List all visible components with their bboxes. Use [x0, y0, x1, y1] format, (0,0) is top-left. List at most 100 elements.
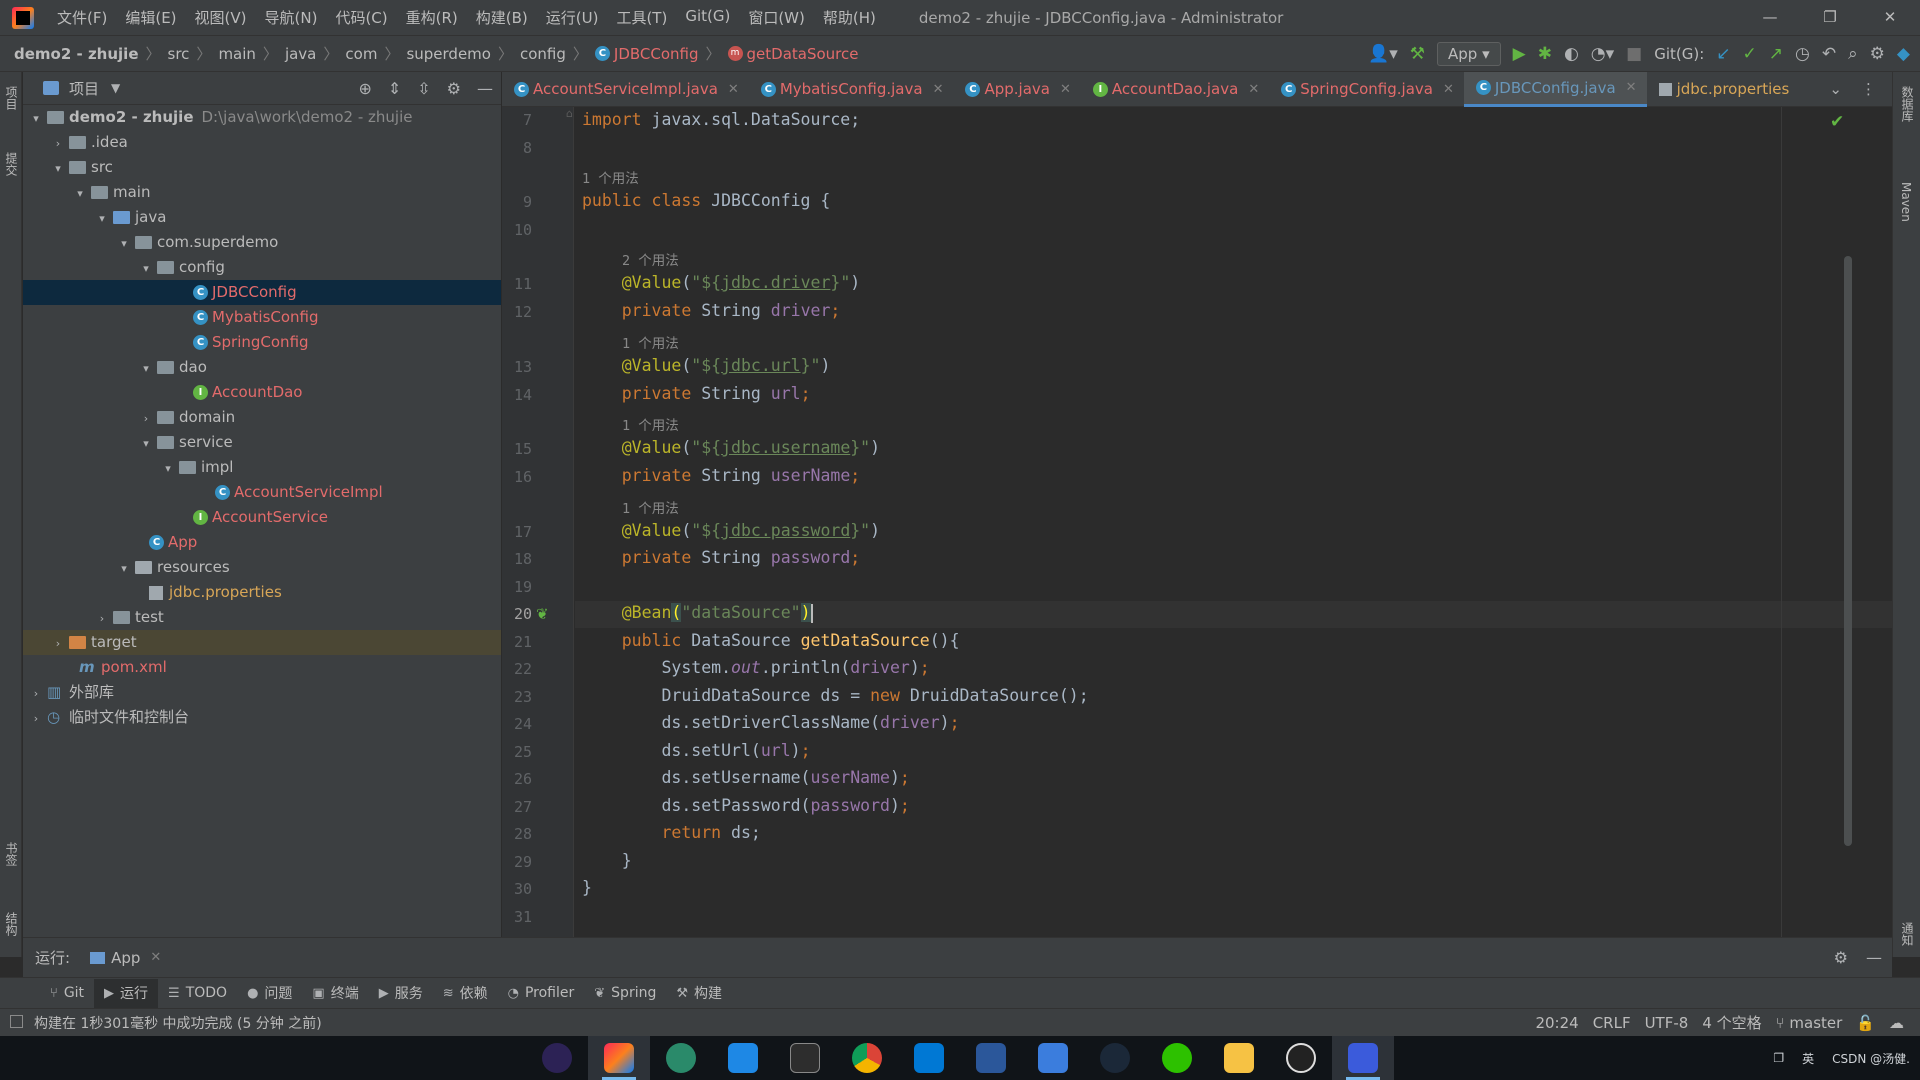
- editor-scrollbar[interactable]: [1844, 256, 1852, 846]
- tree-item-app[interactable]: C App: [23, 530, 501, 555]
- tree-item-springconfig[interactable]: C SpringConfig: [23, 330, 501, 355]
- tree-item-test[interactable]: › test: [23, 605, 501, 630]
- rollback-icon[interactable]: ↶: [1822, 44, 1836, 64]
- usage-hint[interactable]: 1 个用法: [622, 414, 679, 434]
- no-problems-check-icon[interactable]: ✔: [1830, 112, 1844, 132]
- menu-view[interactable]: 视图(V): [186, 7, 256, 28]
- taskbar-edge[interactable]: [650, 1036, 712, 1080]
- tree-item-accountserviceimpl[interactable]: C AccountServiceImpl: [23, 480, 501, 505]
- menu-run[interactable]: 运行(U): [537, 7, 608, 28]
- notifications-tool-tab[interactable]: 通知: [1899, 922, 1916, 946]
- fold-marker-icon[interactable]: ⌂: [566, 107, 573, 120]
- run-config-select[interactable]: App ▾: [1437, 41, 1501, 66]
- tree-item-scratches[interactable]: › ◷ 临时文件和控制台: [23, 705, 501, 730]
- taskbar-explorer[interactable]: [1208, 1036, 1270, 1080]
- bookmarks-tool-tab[interactable]: 书签: [3, 842, 20, 866]
- tool-tab-dependencies[interactable]: ≋ 依赖: [433, 979, 498, 1008]
- stop-icon[interactable]: ■: [1626, 44, 1642, 64]
- taskbar-word[interactable]: [960, 1036, 1022, 1080]
- caret-position[interactable]: 20:24: [1535, 1014, 1578, 1032]
- tool-tab-todo[interactable]: ☰ TODO: [158, 979, 237, 1008]
- close-icon[interactable]: ✕: [1443, 82, 1454, 97]
- coverage-icon[interactable]: ◐: [1564, 44, 1579, 64]
- menu-edit[interactable]: 编辑(E): [116, 7, 185, 28]
- tree-item-java[interactable]: ▾ java: [23, 205, 501, 230]
- crumb-project[interactable]: demo2 - zhujie: [14, 45, 139, 63]
- crumb-java[interactable]: java: [285, 45, 316, 63]
- tab-jdbc-properties[interactable]: jdbc.properties: [1647, 72, 1800, 107]
- tree-item-src[interactable]: ▾ src: [23, 155, 501, 180]
- ime-icon[interactable]: 英: [1802, 1050, 1814, 1067]
- restore-button[interactable]: ❐: [1800, 0, 1860, 35]
- menu-build[interactable]: 构建(B): [467, 7, 537, 28]
- tool-tab-build[interactable]: ⚒ 构建: [666, 979, 732, 1008]
- tool-tab-services[interactable]: ▶ 服务: [369, 979, 433, 1008]
- tree-item-main[interactable]: ▾ main: [23, 180, 501, 205]
- menu-git[interactable]: Git(G): [676, 7, 739, 28]
- taskbar-todo[interactable]: [1022, 1036, 1084, 1080]
- git-commit-icon[interactable]: ✓: [1743, 44, 1757, 64]
- tool-tab-spring[interactable]: ❦ Spring: [584, 979, 666, 1008]
- run-icon[interactable]: ▶: [1513, 44, 1526, 64]
- settings-gear-icon[interactable]: ⚙: [1870, 44, 1885, 64]
- close-icon[interactable]: ✕: [728, 82, 739, 97]
- tree-item-dao[interactable]: ▾ dao: [23, 355, 501, 380]
- minimize-panel-icon[interactable]: —: [1866, 948, 1882, 967]
- tool-tab-profiler[interactable]: ◔ Profiler: [498, 979, 585, 1008]
- commit-tool-tab[interactable]: 提交: [3, 152, 20, 176]
- tab-accountserviceimpl[interactable]: C AccountServiceImpl.java ✕: [502, 72, 749, 107]
- crumb-main[interactable]: main: [218, 45, 255, 63]
- menu-tools[interactable]: 工具(T): [607, 7, 676, 28]
- tree-item-project-root[interactable]: ▾ demo2 - zhujie D:\java\work\demo2 - zhuj…: [23, 105, 501, 130]
- menu-code[interactable]: 代码(C): [326, 7, 396, 28]
- project-tool-tab[interactable]: 项目: [3, 86, 20, 110]
- tab-app[interactable]: C App.java ✕: [953, 72, 1080, 107]
- collapse-all-icon[interactable]: ⇳: [417, 79, 430, 98]
- tool-tab-git[interactable]: ⑂ Git: [40, 979, 94, 1008]
- build-hammer-icon[interactable]: ⚒: [1410, 44, 1425, 64]
- tab-jdbcconfig[interactable]: C JDBCConfig.java ✕: [1463, 71, 1647, 107]
- hide-panel-icon[interactable]: —: [477, 79, 493, 98]
- options-gear-icon[interactable]: ⚙: [447, 79, 461, 98]
- tree-item-config[interactable]: ▾ config: [23, 255, 501, 280]
- search-icon[interactable]: ⌕: [1848, 44, 1858, 64]
- tree-item-mybatisconfig[interactable]: C MybatisConfig: [23, 305, 501, 330]
- tree-item-impl[interactable]: ▾ impl: [23, 455, 501, 480]
- toggle-tool-windows-icon[interactable]: [10, 1015, 23, 1028]
- debug-icon[interactable]: ✱: [1538, 44, 1552, 64]
- expand-all-icon[interactable]: ⇕: [388, 79, 401, 98]
- taskbar-chrome[interactable]: [836, 1036, 898, 1080]
- crumb-config[interactable]: config: [520, 45, 566, 63]
- status-message[interactable]: 构建在 1秒301毫秒 中成功完成 (5 分钟 之前): [34, 1013, 322, 1033]
- locate-icon[interactable]: ⊕: [358, 79, 371, 98]
- close-icon[interactable]: ✕: [1626, 80, 1637, 95]
- tree-item-package[interactable]: ▾ com.superdemo: [23, 230, 501, 255]
- run-tab-app[interactable]: App: [90, 949, 140, 967]
- taskbar-terminal[interactable]: [774, 1036, 836, 1080]
- database-tool-tab[interactable]: 数据库: [1899, 86, 1916, 122]
- menu-help[interactable]: 帮助(H): [814, 7, 885, 28]
- tree-item-service[interactable]: ▾ service: [23, 430, 501, 455]
- usage-hint[interactable]: 1 个用法: [622, 332, 679, 352]
- line-separator[interactable]: CRLF: [1593, 1014, 1631, 1032]
- code-editor[interactable]: import javax.sql.DataSource; 1 个用法 publi…: [575, 107, 1892, 937]
- task-view-icon[interactable]: ❐: [1773, 1051, 1784, 1065]
- usage-hint[interactable]: 1 个用法: [582, 167, 639, 187]
- taskbar-media[interactable]: [1332, 1036, 1394, 1080]
- tree-item-accountdao[interactable]: I AccountDao: [23, 380, 501, 405]
- taskbar-eclipse[interactable]: [526, 1036, 588, 1080]
- tree-item-target[interactable]: › target: [23, 630, 501, 655]
- project-panel-title[interactable]: 项目: [69, 78, 99, 99]
- profile-icon[interactable]: ◔▾: [1591, 44, 1614, 64]
- close-icon[interactable]: ✕: [150, 950, 161, 965]
- crumb-com[interactable]: com: [345, 45, 377, 63]
- crumb-method[interactable]: getDataSource: [747, 45, 859, 63]
- usage-hint[interactable]: 2 个用法: [622, 249, 679, 269]
- tool-tab-run[interactable]: ▶ 运行: [94, 978, 159, 1008]
- close-icon[interactable]: ✕: [1060, 82, 1071, 97]
- tree-item-accountservice[interactable]: I AccountService: [23, 505, 501, 530]
- close-window-button[interactable]: ✕: [1860, 0, 1920, 35]
- usage-hint[interactable]: 1 个用法: [622, 497, 679, 517]
- git-update-icon[interactable]: ↙: [1716, 44, 1730, 64]
- menu-window[interactable]: 窗口(W): [739, 7, 814, 28]
